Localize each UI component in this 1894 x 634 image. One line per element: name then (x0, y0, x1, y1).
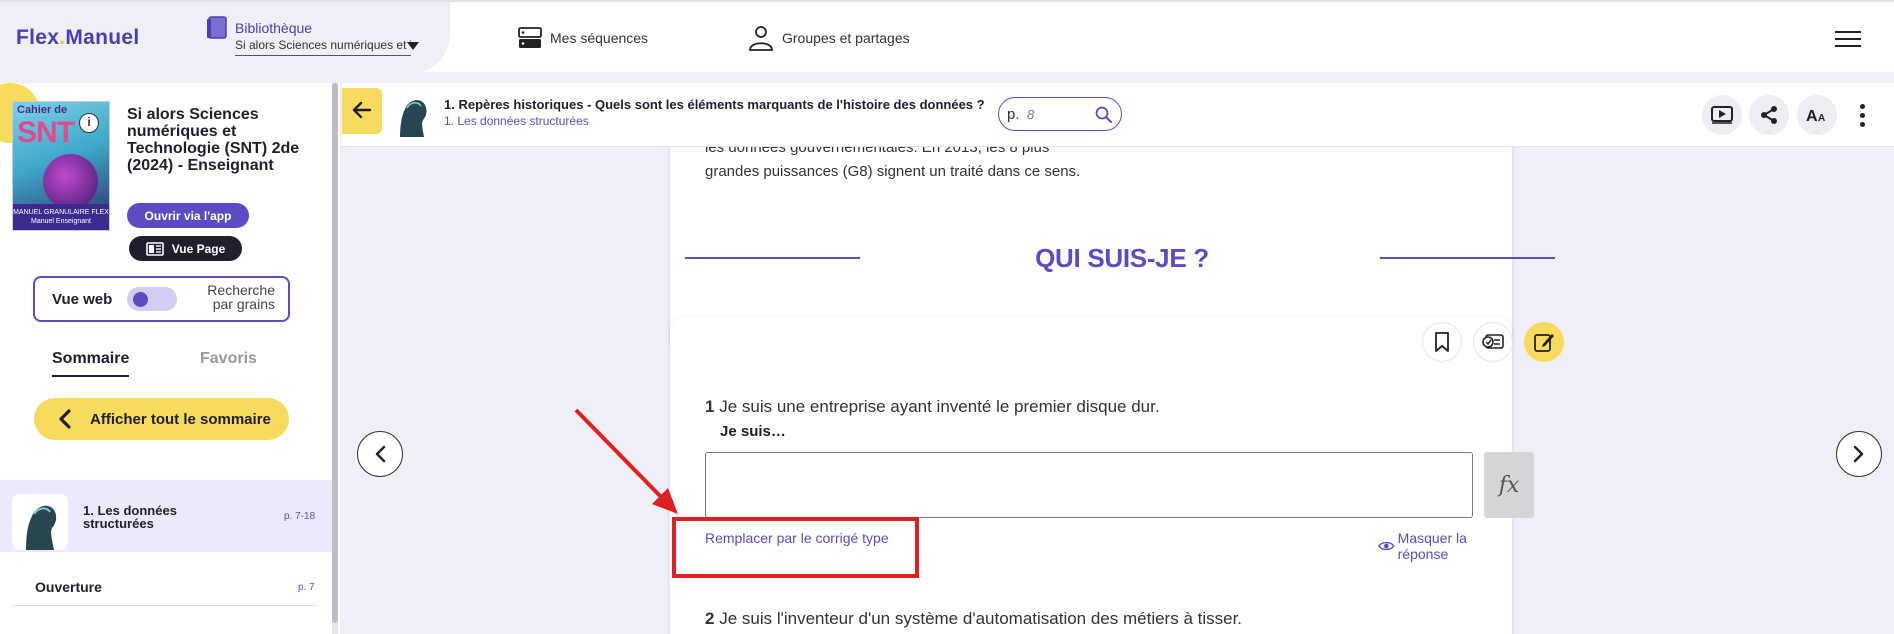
logo-text-main: Flex (16, 26, 60, 49)
answer-key-icon (1482, 334, 1504, 349)
switch-knob (133, 292, 148, 307)
sidebar-scrollbar[interactable] (332, 83, 338, 634)
cover-illustration (43, 154, 98, 209)
chapter-header-thumbnail (396, 93, 430, 137)
font-size-icon: AA (1806, 108, 1825, 123)
question-1-text: Je suis une entreprise ayant inventé le … (719, 397, 1160, 416)
nav-mes-sequences-label: Mes séquences (550, 30, 649, 46)
page-view-icon (145, 241, 164, 256)
more-options-button[interactable] (1842, 95, 1882, 135)
previous-card-text: grandes puissances (G8) signent un trait… (705, 163, 1081, 180)
share-icon (1761, 106, 1777, 124)
chapter-label: 1. Les données structurées (83, 503, 177, 531)
open-app-button[interactable]: Ouvrir via l'app (127, 203, 249, 228)
cover-footer: MANUEL GRANULAIRE FLEX Manuel Enseignant (13, 204, 109, 230)
sidebar: Cahier de SNT MANUEL GRANULAIRE FLEX Man… (0, 83, 340, 634)
chapter-thumbnail (12, 494, 68, 550)
cover-snt: SNT (17, 116, 75, 149)
server-icon (518, 27, 542, 48)
library-selector[interactable]: Bibliothèque Si alors Sciences numérique… (206, 16, 420, 58)
vue-page-label: Vue Page (171, 241, 226, 256)
sidebar-item-chapter-1[interactable]: 1. Les données structurées p. 7-18 (0, 480, 332, 552)
breadcrumb[interactable]: 1. Les données structurées (444, 114, 589, 128)
more-icon (1859, 103, 1865, 109)
divider (12, 605, 317, 606)
page-number-input[interactable] (1027, 103, 1089, 125)
page-title: 1. Repères historiques - Quels sont les … (444, 97, 985, 112)
show-all-summary-label: Afficher tout le sommaire (90, 410, 271, 428)
bookmark-button[interactable] (1422, 322, 1462, 362)
view-switch[interactable] (127, 287, 177, 311)
nav-mes-sequences[interactable]: Mes séquences (518, 24, 648, 52)
flex-manuel-logo[interactable]: Flex.Manuel (16, 26, 140, 50)
hide-answer-link[interactable]: Masquer la réponse (1378, 530, 1512, 562)
arrow-left-icon (352, 101, 372, 118)
hide-answer-label: Masquer la réponse (1397, 530, 1467, 562)
question-1: 1 Je suis une entreprise ayant inventé l… (705, 397, 1160, 417)
bookmark-icon (1435, 332, 1449, 352)
book-title: Si alors Sciences numériques et Technolo… (127, 106, 300, 174)
next-page-button[interactable] (1836, 431, 1882, 477)
logo-text-end: Manuel (65, 26, 140, 49)
exercise-card: 1 Je suis une entreprise ayant inventé l… (670, 317, 1564, 634)
chevron-down-icon (407, 42, 419, 50)
annotation-highlight-box (672, 517, 919, 578)
info-icon[interactable]: i (79, 113, 99, 133)
video-button[interactable] (1702, 95, 1742, 135)
question-2: 2 Je suis l'inventeur d'un système d'aut… (705, 609, 1242, 629)
top-bar: Flex.Manuel Bibliothèque Si alors Scienc… (0, 0, 1894, 74)
hamburger-icon[interactable] (1835, 26, 1861, 48)
view-toggle: Vue web Recherche par grains (33, 276, 290, 322)
book-icon (207, 16, 227, 39)
share-button[interactable] (1749, 95, 1789, 135)
formula-button[interactable]: fx (1484, 452, 1534, 518)
library-value: Si alors Sciences numériques et Technolo… (235, 38, 411, 56)
eye-icon (1378, 541, 1395, 551)
nav-groupes-partages-label: Groupes et partages (782, 30, 910, 46)
cover-title: Cahier de (17, 104, 68, 116)
question-2-number: 2 (705, 609, 715, 628)
vue-page-button[interactable]: Vue Page (129, 236, 242, 261)
scrollbar-thumb[interactable] (332, 83, 338, 623)
chevron-left-icon (59, 409, 71, 429)
answer-prefix: Je suis… (720, 423, 786, 440)
svg-text:A: A (1818, 113, 1825, 123)
chevron-right-icon (1853, 445, 1864, 463)
answer-input[interactable] (705, 452, 1473, 518)
sidebar-item-ouverture[interactable]: Ouverture (35, 579, 102, 595)
main-content: les données gouvernementales. En 2013, l… (342, 147, 1894, 634)
users-icon (749, 26, 773, 51)
show-all-summary-button[interactable]: Afficher tout le sommaire (34, 398, 289, 440)
recherche-grains-label: Recherche par grains (207, 282, 275, 312)
section-title: QUI SUIS-JE ? (1035, 243, 1209, 273)
previous-page-button[interactable] (357, 431, 403, 477)
chapter-pages: p. 7-18 (284, 511, 316, 522)
font-size-button[interactable]: AA (1797, 95, 1837, 135)
brand-area: Flex.Manuel Bibliothèque Si alors Scienc… (0, 2, 450, 74)
svg-text:A: A (1806, 108, 1818, 123)
edit-icon (1534, 334, 1554, 352)
question-1-number: 1 (705, 397, 715, 416)
tab-sommaire[interactable]: Sommaire (52, 350, 130, 377)
search-icon[interactable] (1094, 105, 1114, 125)
back-button[interactable] (342, 88, 382, 134)
answer-key-button[interactable] (1473, 322, 1513, 362)
video-icon (1711, 106, 1733, 124)
content-header: 1. Repères historiques - Quels sont les … (342, 83, 1894, 147)
chevron-left-icon (375, 445, 386, 463)
tab-favoris[interactable]: Favoris (200, 350, 257, 368)
edit-button[interactable] (1524, 322, 1564, 362)
nav-groupes-partages[interactable]: Groupes et partages (748, 24, 910, 52)
library-label: Bibliothèque (235, 20, 313, 36)
ouverture-page: p. 7 (298, 582, 315, 593)
annotation-arrow (574, 408, 678, 514)
page-search: p. (998, 97, 1122, 131)
question-2-text: Je suis l'inventeur d'un système d'autom… (719, 609, 1243, 628)
previous-card-text: les données gouvernementales. En 2013, l… (705, 147, 1050, 156)
vue-web-label: Vue web (52, 291, 113, 308)
page-prefix: p. (1007, 106, 1020, 123)
